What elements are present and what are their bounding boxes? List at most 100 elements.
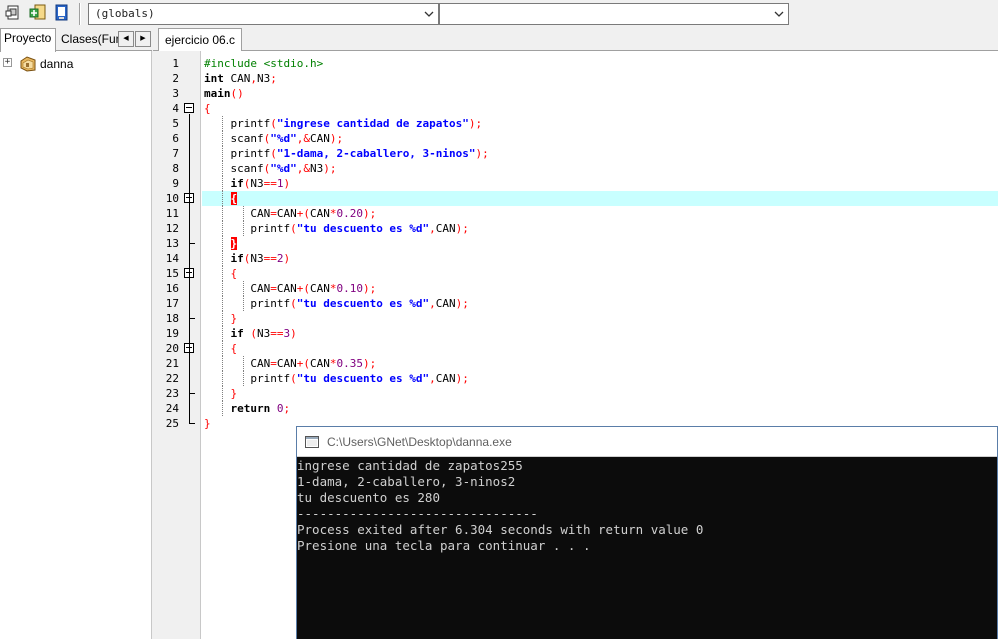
line-number: 5 — [172, 117, 179, 130]
code-line[interactable]: printf("1-dama, 2-caballero, 3-ninos"); — [202, 146, 998, 161]
project-panel: Proyecto Clases(Fun ◀ ▶ + danna — [0, 28, 152, 639]
chevron-down-icon[interactable] — [773, 7, 785, 21]
fold-end-marker — [189, 243, 195, 244]
indent-guide — [222, 371, 223, 386]
editor-tabs: ejercicio 06.c — [153, 28, 998, 52]
console-window[interactable]: C:\Users\GNet\Desktop\danna.exe ingrese … — [296, 426, 998, 639]
indent-guide — [222, 356, 223, 371]
fold-end-marker — [189, 393, 195, 394]
line-number: 2 — [172, 72, 179, 85]
line-number: 18 — [165, 312, 179, 325]
line-number: 10 — [165, 192, 179, 205]
scope-combo[interactable]: (globals) — [88, 3, 439, 25]
indent-guide — [222, 176, 223, 191]
indent-guide — [222, 206, 223, 221]
line-number: 21 — [165, 357, 179, 370]
code-line[interactable]: scanf("%d",&N3); — [202, 161, 998, 176]
indent-guide — [222, 341, 223, 356]
line-number: 7 — [172, 147, 179, 160]
code-line[interactable]: int CAN,N3; — [202, 71, 998, 86]
code-line[interactable]: CAN=CAN+(CAN*0.10); — [202, 281, 998, 296]
code-line[interactable]: printf("tu descuento es %d",CAN); — [202, 296, 998, 311]
fold-guide-line — [189, 114, 190, 423]
console-line: Presione una tecla para continuar . . . — [297, 538, 591, 553]
code-line[interactable]: if(N3==2) — [202, 251, 998, 266]
line-number: 12 — [165, 222, 179, 235]
tab-clases[interactable]: Clases(Fun — [58, 30, 118, 51]
indent-guide — [243, 356, 244, 371]
code-line[interactable]: scanf("%d",&CAN); — [202, 131, 998, 146]
project-icon[interactable] — [53, 4, 70, 21]
line-number: 15 — [165, 267, 179, 280]
code-line[interactable]: main() — [202, 86, 998, 101]
toolbar-separator — [79, 3, 81, 25]
line-number: 17 — [165, 297, 179, 310]
code-line[interactable]: return 0; — [202, 401, 998, 416]
fold-end-marker — [189, 318, 195, 319]
code-line[interactable]: CAN=CAN+(CAN*0.35); — [202, 356, 998, 371]
indent-guide — [222, 326, 223, 341]
console-line: -------------------------------- — [297, 506, 538, 521]
editor-tab-label: ejercicio 06.c — [165, 33, 236, 47]
code-line[interactable]: printf("tu descuento es %d",CAN); — [202, 221, 998, 236]
add-file-icon[interactable] — [29, 4, 46, 21]
code-line[interactable]: printf("tu descuento es %d",CAN); — [202, 371, 998, 386]
project-panel-tabs: Proyecto Clases(Fun ◀ ▶ — [0, 28, 152, 52]
line-number: 20 — [165, 342, 179, 355]
indent-guide — [243, 221, 244, 236]
fold-toggle-icon[interactable] — [184, 103, 194, 113]
code-line[interactable]: } — [202, 386, 998, 401]
tab-scroll-right-button[interactable]: ▶ — [135, 31, 151, 47]
line-number: 3 — [172, 87, 179, 100]
code-line[interactable]: CAN=CAN+(CAN*0.20); — [202, 206, 998, 221]
chevron-down-icon[interactable] — [423, 7, 435, 21]
line-number: 6 — [172, 132, 179, 145]
console-title-bar[interactable]: C:\Users\GNet\Desktop\danna.exe — [297, 427, 997, 457]
indent-guide — [222, 266, 223, 281]
indent-guide — [222, 401, 223, 416]
line-number: 19 — [165, 327, 179, 340]
console-output[interactable]: ingrese cantidad de zapatos255 1-dama, 2-… — [297, 458, 997, 639]
indent-guide — [243, 296, 244, 311]
code-line[interactable]: } — [202, 236, 998, 251]
code-line[interactable]: if (N3==3) — [202, 326, 998, 341]
code-line[interactable]: { — [202, 266, 998, 281]
expand-icon[interactable]: + — [3, 58, 12, 67]
toolbar: (globals) — [0, 0, 998, 28]
code-line[interactable]: } — [202, 311, 998, 326]
console-line: ingrese cantidad de zapatos255 — [297, 458, 523, 473]
indent-guide — [222, 191, 223, 206]
code-line[interactable]: if(N3==1) — [202, 176, 998, 191]
line-number: 23 — [165, 387, 179, 400]
indent-guide — [222, 386, 223, 401]
scope-combo-value: (globals) — [95, 7, 155, 20]
code-line[interactable]: { — [202, 101, 998, 116]
code-line[interactable]: { — [202, 191, 998, 206]
console-title: C:\Users\GNet\Desktop\danna.exe — [327, 435, 512, 449]
tab-ejercicio-06[interactable]: ejercicio 06.c — [158, 28, 243, 52]
code-line[interactable]: #include <stdio.h> — [202, 56, 998, 71]
indent-guide — [243, 206, 244, 221]
tab-scroll-left-button[interactable]: ◀ — [118, 31, 134, 47]
tab-proyecto[interactable]: Proyecto — [0, 28, 56, 52]
line-number: 25 — [165, 417, 179, 430]
line-number: 8 — [172, 162, 179, 175]
indent-guide — [243, 281, 244, 296]
indent-guide — [222, 281, 223, 296]
console-line: Process exited after 6.304 seconds with … — [297, 522, 704, 537]
line-gutter: 1 2 3 4 5 6 7 8 9 10 11 12 13 14 15 16 17 18 19 20 21 22 23 24 2… — [153, 51, 201, 639]
indent-guide — [222, 251, 223, 266]
line-number: 13 — [165, 237, 179, 250]
indent-guide — [222, 236, 223, 251]
line-number: 1 — [172, 57, 179, 70]
line-number: 16 — [165, 282, 179, 295]
code-line[interactable]: printf("ingrese cantidad de zapatos"); — [202, 116, 998, 131]
tab-clases-label: Clases(Fun — [61, 32, 118, 46]
member-combo[interactable] — [439, 3, 789, 25]
indent-guide — [243, 371, 244, 386]
dev-cpp-window: (globals) Proyecto Clases(Fun ◀ ▶ + dann… — [0, 0, 998, 639]
window-icon[interactable] — [5, 4, 22, 21]
code-line[interactable]: { — [202, 341, 998, 356]
indent-guide — [222, 146, 223, 161]
indent-guide — [222, 296, 223, 311]
